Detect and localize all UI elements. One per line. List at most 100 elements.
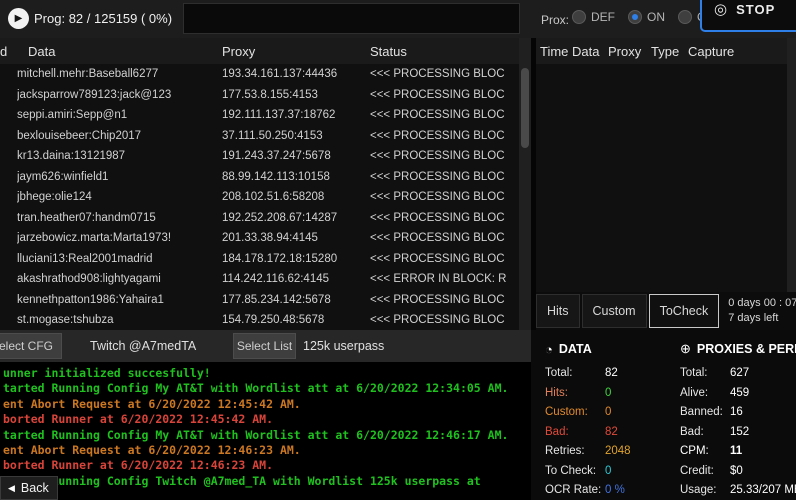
stat-label: Credit: [680,462,730,482]
select-cfg-button[interactable]: elect CFG [0,333,62,359]
log-line: ent Abort Request at 6/20/2022 12:46:23 … [3,443,531,458]
log-console: unner initialized succesfully! tarted Run… [0,362,531,500]
cell-data: kr13.daina:13121987 [17,150,222,162]
cell-proxy: 208.102.51.6:58208 [222,191,370,203]
proxy-stats-title: PROXIES & PERFO [697,342,796,356]
radio-circle-icon [678,10,692,24]
results-table: d Data Proxy Status mitchell.mehr:Baseba… [0,38,531,330]
select-list-button[interactable]: Select List [233,333,296,359]
table-row[interactable]: seppi.amiri:Sepp@n1192.111.137.37:18762<… [0,105,531,126]
stat-label: Banned: [680,403,730,423]
table-row[interactable]: jarzebowicz.marta:Marta1973!201.33.38.94… [0,228,531,249]
stat-value: 0 [605,387,611,399]
stat-row: CPM:11 [680,442,796,462]
stats-panel: ◔ DATA Total:82Hits:0Custom:0Bad:82Retri… [531,330,796,500]
stat-label: CPM: [680,442,730,462]
runner-window: ▶ Prog: 82 / 125159 ( 0%) Prox: DEFONOFF… [0,0,796,500]
topbar-input[interactable] [183,3,520,34]
table-row[interactable]: akashrathod908:lightyagami114.242.116.62… [0,269,531,290]
stat-value: 16 [730,406,743,418]
proxy-radio-on[interactable]: ON [628,10,665,24]
cell-proxy: 88.99.142.113:10158 [222,171,370,183]
column-header-id[interactable]: d [0,44,28,59]
tab-tocheck[interactable]: ToCheck [649,294,720,328]
stat-label: Bad: [680,423,730,443]
stat-label: Total: [680,364,730,384]
stat-row: Bad:152 [680,423,796,443]
table-row[interactable]: kr13.daina:13121987191.243.37.247:5678<<… [0,146,531,167]
stat-row: OCR Rate:0 % [545,481,673,500]
cell-data: jbhege:olie124 [17,191,222,203]
cell-proxy: 114.242.116.62:4145 [222,273,370,285]
cell-status: <<< PROCESSING BLOC [370,212,531,224]
stat-row: Banned:16 [680,403,796,423]
log-line: unner initialized succesfully! [3,366,531,381]
column-header-hits-data[interactable]: Data [572,44,608,59]
table-row[interactable]: lluciani13:Real2001madrid184.178.172.18:… [0,249,531,270]
cell-data: st.mogase:tshubza [17,314,222,326]
stat-value: 11 [730,445,742,457]
data-icon: ◔ [545,342,553,357]
stat-row: Retries:2048 [545,442,673,462]
stat-value: 152 [730,426,749,438]
cell-data: lluciani13:Real2001madrid [17,253,222,265]
table-row[interactable]: bexlouisebeer:Chip201737.111.50.250:4153… [0,126,531,147]
table-row[interactable]: jaym626:winfield188.99.142.113:10158<<< … [0,167,531,188]
column-header-status[interactable]: Status [370,44,531,59]
cell-status: <<< PROCESSING BLOC [370,130,531,142]
stat-label: Retries: [545,442,605,462]
cell-status: <<< PROCESSING BLOC [370,171,531,183]
stat-label: Total: [545,364,605,384]
table-row[interactable]: jacksparrow789123:jack@123177.53.8.155:4… [0,85,531,106]
stat-label: To Check: [545,462,605,482]
results-scrollbar[interactable] [519,38,531,330]
stop-icon: ◎ [714,0,728,18]
cell-status: <<< PROCESSING BLOC [370,294,531,306]
stat-label: Custom: [545,403,605,423]
stop-button[interactable]: ◎ STOP [700,0,796,32]
cell-proxy: 37.111.50.250:4153 [222,130,370,142]
column-header-hits-proxy[interactable]: Proxy [608,44,651,59]
column-header-data[interactable]: Data [28,44,222,59]
stat-row: Usage:25.33/207 MB [680,481,796,500]
stat-label: Usage: [680,481,730,500]
back-icon: ◀ [8,483,15,494]
stat-value: 82 [605,426,618,438]
log-line: ent Abort Request at 6/20/2022 12:45:42 … [3,397,531,412]
stat-value: 82 [605,367,618,379]
stat-row: Hits:0 [545,384,673,404]
column-header-time[interactable]: Time [536,44,572,59]
hits-scrollbar[interactable] [787,38,796,292]
table-row[interactable]: st.mogase:tshubza154.79.250.48:5678<<< P… [0,310,531,330]
log-line: tarted Running Config Twitch @A7med_TA w… [3,474,531,489]
stat-label: OCR Rate: [545,481,605,500]
proxy-radio-def[interactable]: DEF [572,10,615,24]
stat-value: 459 [730,387,749,399]
table-row[interactable]: kennethpatton1986:Yahaira1177.85.234.142… [0,290,531,311]
cell-data: seppi.amiri:Sepp@n1 [17,109,222,121]
stat-value: 2048 [605,445,631,457]
column-header-capture[interactable]: Capture [688,44,787,59]
scrollbar-thumb[interactable] [521,68,529,148]
proxies-icon: ⊕ [680,341,691,357]
cell-data: kennethpatton1986:Yahaira1 [17,294,222,306]
cell-status: <<< ERROR IN BLOCK: R [370,273,531,285]
column-header-proxy[interactable]: Proxy [222,44,370,59]
progress-text: Prog: 82 / 125159 ( 0%) [34,11,172,26]
table-row[interactable]: tran.heather07:handm0715192.252.208.67:1… [0,208,531,229]
stat-value: $0 [730,465,743,477]
progress-value: 82 / 125159 ( 0%) [69,11,172,26]
table-row[interactable]: mitchell.mehr:Baseball6277193.34.161.137… [0,64,531,85]
tab-custom[interactable]: Custom [582,294,647,328]
cell-status: <<< PROCESSING BLOC [370,191,531,203]
stat-row: To Check:0 [545,462,673,482]
stat-row: Total:627 [680,364,796,384]
tab-hits[interactable]: Hits [536,294,580,328]
hits-table-header: Time Data Proxy Type Capture [536,38,787,64]
timer-days-left: 7 days left [728,311,796,326]
radio-label: ON [647,10,665,24]
table-row[interactable]: jbhege:olie124208.102.51.6:58208<<< PROC… [0,187,531,208]
column-header-type[interactable]: Type [651,44,688,59]
back-button-label: Back [21,481,49,495]
back-button[interactable]: ◀ Back [0,476,58,500]
